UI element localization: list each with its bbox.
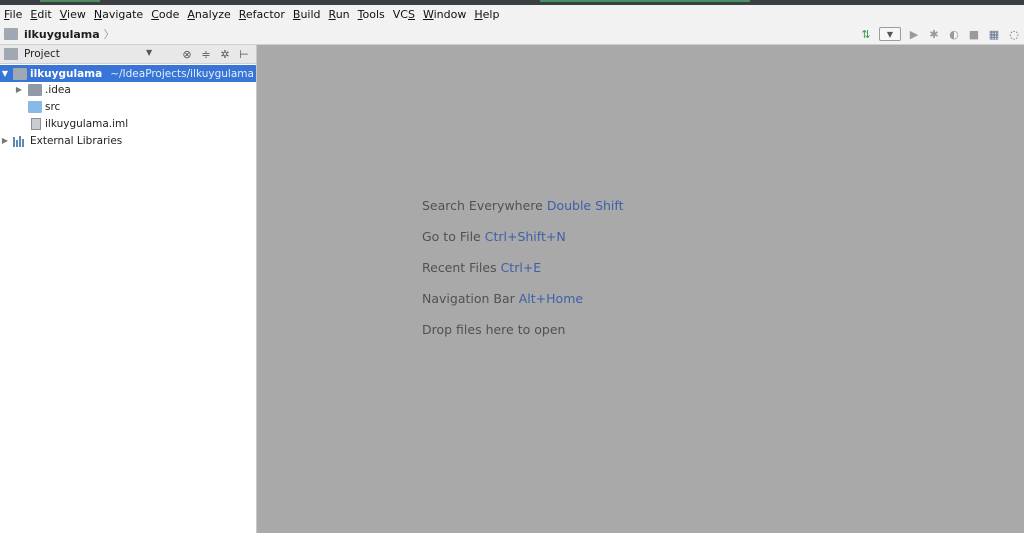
stop-icon[interactable]: ■ xyxy=(966,26,982,42)
coverage-icon[interactable]: ◐ xyxy=(946,26,962,42)
menu-run-rest: un xyxy=(335,8,350,21)
hint-text: Navigation Bar xyxy=(422,291,519,306)
module-folder-icon xyxy=(13,67,27,80)
menu-code-rest: ode xyxy=(158,8,180,21)
menu-refactor-rest: efactor xyxy=(245,8,285,21)
tree-item-label: External Libraries xyxy=(30,134,123,147)
sort-build-icon[interactable]: ⇅ xyxy=(858,26,874,42)
menu-code[interactable]: Code xyxy=(147,8,183,21)
root-name: ilkuygulama xyxy=(30,67,103,80)
menu-run[interactable]: Run xyxy=(325,8,354,21)
hint-drop-files: Drop files here to open xyxy=(422,322,565,337)
menu-analyze-rest: nalyze xyxy=(194,8,231,21)
menu-navigate[interactable]: Navigate xyxy=(90,8,147,21)
editor-empty-area: Search Everywhere Double Shift Go to Fil… xyxy=(257,45,1024,533)
debug-icon[interactable]: ✱ xyxy=(926,26,942,42)
source-folder-icon xyxy=(28,100,42,113)
project-view-icon xyxy=(4,48,18,60)
breadcrumb-project: ilkuygulama xyxy=(24,27,100,41)
menu-code-mnemonic: C xyxy=(151,8,159,21)
title-strip-accent-2 xyxy=(540,0,750,2)
menu-tools-rest: ools xyxy=(362,8,385,21)
hint-shortcut: Alt+Home xyxy=(518,291,584,306)
menu-refactor-mnemonic: R xyxy=(238,8,246,21)
search-icon[interactable]: ◌ xyxy=(1006,26,1022,42)
collapse-arrow-icon[interactable]: ▶ xyxy=(14,85,24,94)
navigation-bar: ilkuygulama 〉 ⇅ ▼ ▶ ✱ ◐ ■ ▦ ◌ xyxy=(0,24,1024,45)
menu-analyze[interactable]: Analyze xyxy=(183,8,234,21)
menu-vcs[interactable]: VCS xyxy=(389,8,419,21)
project-panel-header: Project ▼ ⊗ ≑ ✲ ⊢ xyxy=(0,45,256,64)
hint-shortcut: Double Shift xyxy=(546,198,624,213)
hint-text: Drop files here to open xyxy=(422,322,566,337)
tree-item-idea[interactable]: ▶ .idea xyxy=(0,81,270,98)
hint-recent-files: Recent Files Ctrl+E xyxy=(422,260,541,275)
menu-view-mnemonic: V xyxy=(59,8,68,21)
scroll-from-source-icon[interactable]: ⊗ xyxy=(180,46,194,62)
hint-search-everywhere: Search Everywhere Double Shift xyxy=(422,198,624,213)
menu-vcs-mnemonic: S xyxy=(407,8,415,21)
gear-icon[interactable]: ✲ xyxy=(218,46,232,62)
tree-root[interactable]: ▼ ilkuygulama ~/IdeaProjects/ilkuygulama xyxy=(0,65,256,82)
tree-item-external-libraries[interactable]: ▶ External Libraries xyxy=(0,132,256,149)
menu-file[interactable]: File xyxy=(0,8,26,21)
hint-text: Recent Files xyxy=(422,260,501,275)
menu-tools[interactable]: Tools xyxy=(354,8,389,21)
tree-item-label: .idea xyxy=(45,83,71,96)
menu-refactor[interactable]: Refactor xyxy=(235,8,289,21)
menu-build-rest: uild xyxy=(300,8,321,21)
libraries-icon xyxy=(13,135,27,147)
chevron-down-icon[interactable]: ▼ xyxy=(146,48,152,57)
title-strip-accent xyxy=(40,0,100,2)
root-path: ~/IdeaProjects/ilkuygulama xyxy=(110,67,254,80)
menu-edit[interactable]: Edit xyxy=(26,8,55,21)
run-icon[interactable]: ▶ xyxy=(906,26,922,42)
folder-icon xyxy=(28,83,42,96)
tree-item-iml[interactable]: ilkuygulama.iml xyxy=(0,115,287,132)
hint-text: Go to File xyxy=(422,229,485,244)
hint-navigation-bar: Navigation Bar Alt+Home xyxy=(422,291,583,306)
project-panel-actions: ⊗ ≑ ✲ ⊢ xyxy=(180,46,256,62)
menu-build[interactable]: Build xyxy=(289,8,325,21)
menu-view[interactable]: View xyxy=(56,8,90,21)
project-tree: ▼ ilkuygulama ~/IdeaProjects/ilkuygulama… xyxy=(0,64,256,533)
menu-edit-rest: dit xyxy=(37,8,52,21)
collapse-all-icon[interactable]: ≑ xyxy=(199,46,213,62)
collapse-arrow-icon[interactable]: ▶ xyxy=(0,136,10,145)
menu-window-mnemonic: W xyxy=(422,8,434,21)
menu-bar: File Edit View Navigate Code Analyze Ref… xyxy=(0,5,1024,25)
module-file-icon xyxy=(31,117,41,130)
hint-shortcut: Ctrl+E xyxy=(500,260,542,275)
menu-view-rest: iew xyxy=(67,8,86,21)
expand-arrow-icon[interactable]: ▼ xyxy=(0,69,10,78)
menu-vcs-pre: VC xyxy=(392,8,408,21)
menu-help-rest: elp xyxy=(482,8,500,21)
project-folder-icon xyxy=(4,28,18,40)
menu-window-rest: indow xyxy=(433,8,467,21)
menu-help-mnemonic: H xyxy=(474,8,483,21)
project-structure-icon[interactable]: ▦ xyxy=(986,26,1002,42)
project-panel-title[interactable]: Project xyxy=(24,48,60,60)
menu-analyze-mnemonic: A xyxy=(187,8,195,21)
menu-run-mnemonic: R xyxy=(328,8,336,21)
menu-help[interactable]: Help xyxy=(470,8,503,21)
hint-text: Search Everywhere xyxy=(422,198,547,213)
breadcrumb[interactable]: ilkuygulama 〉 xyxy=(4,26,115,42)
run-configuration-dropdown[interactable]: ▼ xyxy=(879,27,901,41)
chevron-right-icon: 〉 xyxy=(103,28,115,41)
hide-panel-icon[interactable]: ⊢ xyxy=(237,46,251,62)
hint-go-to-file: Go to File Ctrl+Shift+N xyxy=(422,229,566,244)
menu-navigate-mnemonic: N xyxy=(93,8,103,21)
menu-file-rest: ile xyxy=(9,8,23,21)
hint-shortcut: Ctrl+Shift+N xyxy=(484,229,566,244)
tree-item-label: src xyxy=(45,100,61,113)
menu-window[interactable]: Window xyxy=(419,8,470,21)
tree-item-label: ilkuygulama.iml xyxy=(45,117,129,130)
menu-navigate-rest: avigate xyxy=(102,8,144,21)
tree-item-src[interactable]: src xyxy=(0,98,284,115)
run-toolbar: ⇅ ▼ ▶ ✱ ◐ ■ ▦ ◌ xyxy=(856,24,1024,44)
